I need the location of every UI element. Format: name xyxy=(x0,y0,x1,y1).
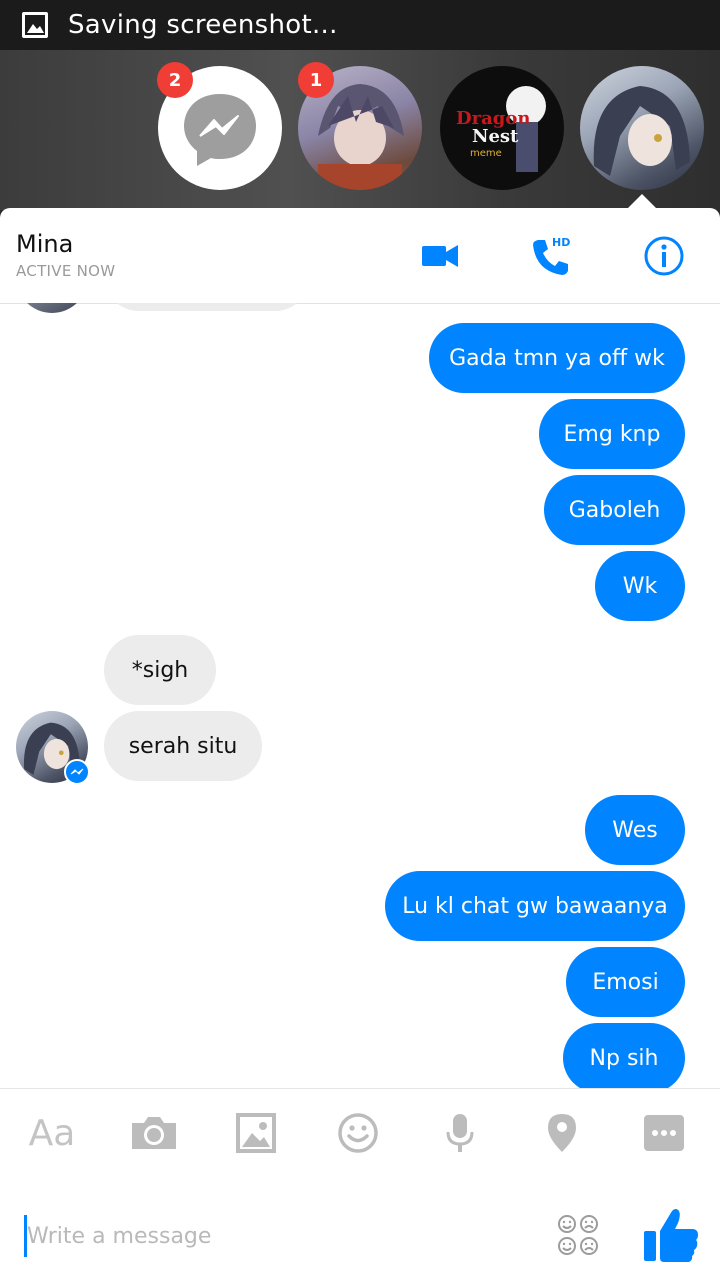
video-call-button[interactable] xyxy=(418,234,462,278)
logo-text-meme: meme xyxy=(470,148,502,159)
video-camera-icon xyxy=(422,245,458,267)
text-format-button[interactable]: Aa xyxy=(26,1107,78,1159)
location-pin-icon xyxy=(548,1114,576,1152)
composer xyxy=(0,1183,720,1280)
status-title: Saving screenshot... xyxy=(68,10,338,40)
unread-badge: 2 xyxy=(157,62,193,98)
thumbs-up-icon xyxy=(644,1209,698,1262)
message-bubble-partial xyxy=(104,303,310,311)
message-bubble-outgoing[interactable]: Wk xyxy=(595,551,685,621)
dragon-nest-logo-icon: Dragon Nest meme xyxy=(456,86,546,172)
more-icon xyxy=(644,1115,684,1151)
message-bubble-outgoing[interactable]: Wes xyxy=(585,795,685,865)
contact-avatar xyxy=(16,303,88,313)
gallery-button[interactable] xyxy=(230,1107,282,1159)
conversation-info-button[interactable] xyxy=(642,234,686,278)
chat-panel: Mina ACTIVE NOW HD Gada tmn ya off wk Em… xyxy=(0,208,720,1280)
emoji-grid-icon xyxy=(558,1215,598,1255)
unread-badge: 1 xyxy=(298,62,334,98)
status-bar: Saving screenshot... xyxy=(0,0,720,50)
like-button[interactable] xyxy=(642,1205,700,1265)
more-options-button[interactable] xyxy=(638,1107,690,1159)
message-bubble-outgoing[interactable]: Emg knp xyxy=(539,399,685,469)
chat-heads-bar: 2 1 Dragon Nest meme xyxy=(0,50,720,210)
voice-message-button[interactable] xyxy=(434,1107,486,1159)
message-bubble-outgoing[interactable]: Np sih xyxy=(563,1023,685,1088)
hd-voice-call-button[interactable]: HD xyxy=(530,234,580,278)
message-bubble-incoming[interactable]: serah situ xyxy=(104,711,262,781)
contact-name: Mina xyxy=(16,230,74,258)
image-icon xyxy=(236,1113,276,1153)
camera-button[interactable] xyxy=(128,1107,180,1159)
emoji-button[interactable] xyxy=(556,1213,600,1257)
message-list[interactable]: Gada tmn ya off wk Emg knp Gaboleh Wk *s… xyxy=(0,303,720,1088)
chat-head-dragon-nest[interactable]: Dragon Nest meme xyxy=(440,66,564,190)
messenger-badge-icon xyxy=(64,759,90,785)
sticker-button[interactable] xyxy=(332,1107,384,1159)
location-button[interactable] xyxy=(536,1107,588,1159)
hd-label: HD xyxy=(552,236,571,249)
info-icon xyxy=(644,236,684,276)
message-bubble-outgoing[interactable]: Lu kl chat gw bawaanya xyxy=(385,871,685,941)
microphone-icon xyxy=(446,1114,474,1152)
gallery-icon xyxy=(22,12,48,38)
mina-avatar-icon xyxy=(593,86,690,176)
message-bubble-outgoing[interactable]: Gada tmn ya off wk xyxy=(429,323,685,393)
composer-toolbar: Aa xyxy=(0,1088,720,1184)
chat-header: Mina ACTIVE NOW HD xyxy=(0,208,720,304)
smiley-icon xyxy=(338,1113,378,1153)
message-bubble-incoming[interactable]: *sigh xyxy=(104,635,216,705)
message-bubble-outgoing[interactable]: Emosi xyxy=(566,947,685,1017)
logo-text-nest: Nest xyxy=(472,126,519,147)
chat-head-mina[interactable] xyxy=(580,66,704,190)
message-input[interactable] xyxy=(24,1215,529,1257)
contact-status: ACTIVE NOW xyxy=(16,262,116,280)
message-bubble-outgoing[interactable]: Gaboleh xyxy=(544,475,685,545)
camera-icon xyxy=(132,1117,176,1149)
